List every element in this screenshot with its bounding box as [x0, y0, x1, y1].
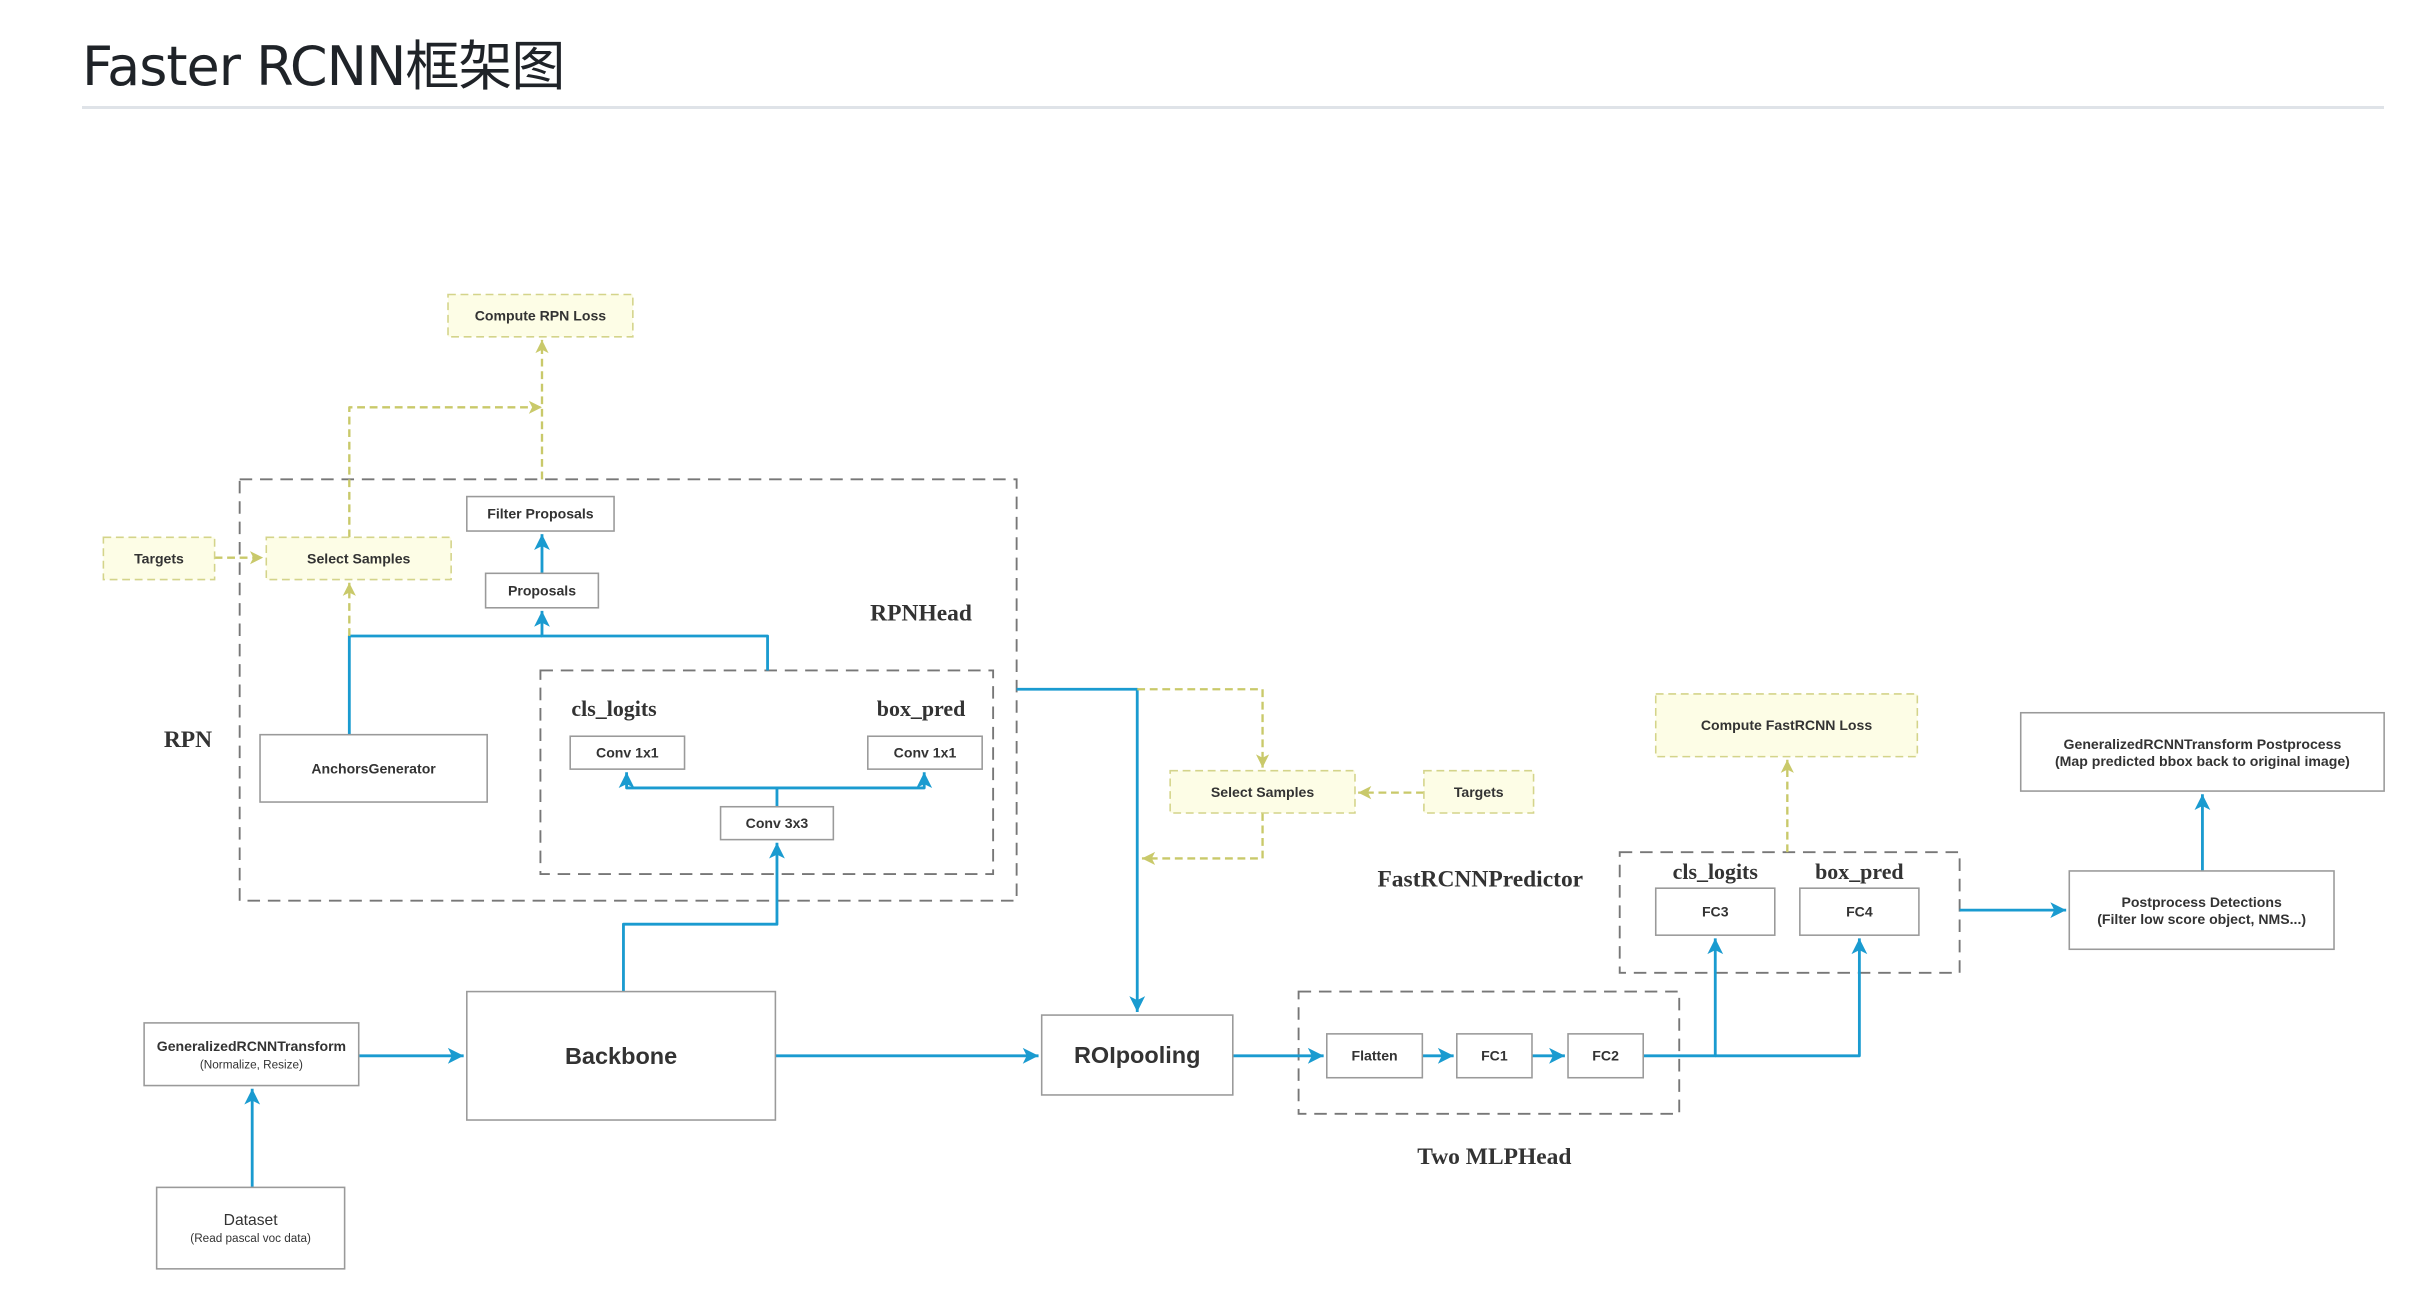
fast-rcnn-predictor-label: FastRCNNPredictor — [1377, 867, 1583, 893]
conv3x3-node: Conv 3x3 — [719, 805, 835, 841]
targets-fast-node: Targets — [1423, 769, 1535, 814]
node-caption: box_pred — [877, 696, 966, 721]
rpn-label: RPN — [164, 727, 212, 753]
rpn-box-pred-conv-node: Conv 1x1 — [867, 735, 983, 770]
fc2-node: FC2 — [1567, 1033, 1644, 1079]
edge-conv3x3-to-cls-conv — [618, 772, 779, 807]
node-label: Postprocess Detections — [2121, 894, 2282, 910]
node-label: Select Samples — [1211, 784, 1314, 800]
edge-backbone-to-conv3x3 — [622, 842, 785, 992]
node-label: Targets — [134, 550, 184, 566]
proposals-node: Proposals — [484, 572, 600, 609]
node-label: ROIpooling — [1074, 1042, 1201, 1068]
node-caption: cls_logits — [1673, 859, 1758, 884]
edge-fc2-to-fc4 — [1715, 938, 1868, 1058]
edge-rpn-to-roipooling — [1016, 687, 1146, 1012]
select-samples-rpn-node: Select Samples — [265, 536, 452, 581]
node-label: Proposals — [508, 582, 576, 598]
rpn-head-label: RPNHead — [870, 600, 972, 626]
targets-rpn-node: Targets — [102, 536, 216, 581]
postprocess-node: Postprocess Detections(Filter low score … — [2068, 870, 2335, 951]
node-caption: cls_logits — [571, 696, 656, 721]
transform-post-node: GeneralizedRCNNTransform Postprocess(Map… — [2019, 711, 2385, 792]
node-sublabel: (Map predicted bbox back to original ima… — [2055, 753, 2350, 769]
filter-proposals-node: Filter Proposals — [466, 495, 615, 532]
anchors-generator-node: AnchorsGenerator — [259, 733, 488, 803]
roi-pooling-node: ROIpooling — [1040, 1014, 1234, 1096]
backbone-node: Backbone — [466, 990, 777, 1121]
node-sublabel: (Filter low score object, NMS...) — [2097, 911, 2306, 927]
two-mlp-head-label: Two MLPHead — [1417, 1144, 1571, 1170]
node-label: Select Samples — [307, 550, 410, 566]
select-samples-fast-node: Select Samples — [1169, 769, 1356, 814]
node-label: Filter Proposals — [487, 506, 594, 522]
node-sublabel: (Read pascal voc data) — [190, 1232, 311, 1245]
node-label: Compute FastRCNN Loss — [1701, 717, 1872, 733]
fc1-node: FC1 — [1456, 1033, 1533, 1079]
compute-rpn-loss-node: Compute RPN Loss — [447, 293, 634, 338]
node-caption: box_pred — [1815, 859, 1904, 884]
node-label: Conv 1x1 — [894, 745, 957, 761]
transform-node: GeneralizedRCNNTransform (Normalize, Resi… — [143, 1022, 360, 1087]
node-label: Conv 3x3 — [746, 815, 809, 831]
fc4-node: FC4 — [1799, 887, 1920, 936]
compute-fast-loss-node: Compute FastRCNN Loss — [1654, 693, 1919, 758]
node-label: FC1 — [1481, 1048, 1508, 1064]
node-label: GeneralizedRCNNTransform Postprocess — [2064, 736, 2342, 752]
node-label: Flatten — [1351, 1048, 1397, 1064]
edge-fc2-to-fc3 — [1643, 938, 1724, 1058]
edge-rpn-to-select-fast — [1137, 688, 1270, 768]
node-label: Conv 1x1 — [596, 745, 659, 761]
node-shape — [2068, 870, 2335, 951]
node-shape — [143, 1022, 360, 1087]
node-label: FC3 — [1702, 904, 1729, 920]
node-label: FC2 — [1592, 1048, 1619, 1064]
edge-select-fast-to-roipooling — [1141, 812, 1264, 866]
fc3-node: FC3 — [1654, 887, 1776, 936]
node-label: Compute RPN Loss — [475, 308, 607, 324]
node-label: GeneralizedRCNNTransform — [157, 1038, 346, 1054]
node-label: AnchorsGenerator — [311, 760, 436, 776]
dataset-node: Dataset (Read pascal voc data) — [155, 1186, 346, 1270]
node-shape — [2019, 711, 2385, 792]
node-label: Backbone — [565, 1043, 677, 1069]
edge-conv3x3-to-box-conv — [776, 772, 933, 790]
node-sublabel: (Normalize, Resize) — [200, 1058, 303, 1071]
node-label: Dataset — [224, 1212, 279, 1229]
faster-rcnn-diagram: Compute RPN Loss Targets Select Samples Fil… — [102, 293, 2385, 1270]
node-label: Targets — [1454, 784, 1504, 800]
rpn-cls-logits-conv-node: Conv 1x1 — [569, 735, 686, 770]
node-label: FC4 — [1846, 904, 1873, 920]
edge-head-to-proposals — [534, 610, 769, 671]
edge-anchors-to-proposals — [347, 634, 542, 735]
flatten-node: Flatten — [1326, 1033, 1424, 1079]
